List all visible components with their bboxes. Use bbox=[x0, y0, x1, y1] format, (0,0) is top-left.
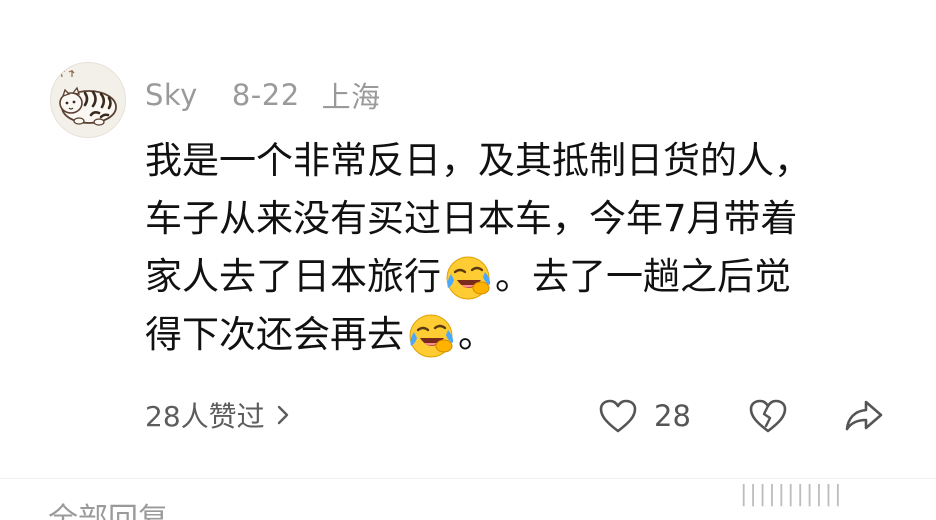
dislike-button[interactable] bbox=[748, 393, 788, 439]
comment-text: 我是一个非常反日，及其抵制日货的人， bbox=[145, 139, 811, 182]
comment-meta: Sky 8-22 上海 bbox=[145, 76, 381, 114]
comment-location: 上海 bbox=[321, 80, 381, 114]
watermark: ||||||||||| bbox=[740, 482, 844, 507]
comment-text: 。去了一趟之后觉 bbox=[495, 255, 791, 298]
comment-body: 我是一个非常反日，及其抵制日货的人， 车子从来没有买过日本车，今年7月带着 家人… bbox=[145, 132, 915, 364]
like-button[interactable]: 28 bbox=[598, 393, 691, 439]
comment-line: 得下次还会再去 。 bbox=[145, 306, 915, 364]
broken-heart-icon bbox=[748, 398, 788, 434]
laughing-crying-emoji-icon bbox=[406, 310, 456, 360]
likes-summary-text: 28人赞过 bbox=[145, 400, 265, 433]
like-count: 28 bbox=[654, 399, 691, 433]
all-replies-label: 全部回复 bbox=[48, 502, 168, 520]
comment-text: 家人去了日本旅行 bbox=[145, 255, 441, 298]
heart-icon bbox=[598, 398, 638, 434]
comment-text: 得下次还会再去 bbox=[145, 313, 404, 356]
comment-card: Sky 8-22 上海 我是一个非常反日，及其抵制日货的人， 车子从来没有买过日… bbox=[0, 0, 936, 520]
comment-text: 车子从来没有买过日本车，今年7月带着 bbox=[145, 197, 798, 240]
comment-line: 车子从来没有买过日本车，今年7月带着 bbox=[145, 190, 915, 248]
comment-line: 我是一个非常反日，及其抵制日货的人， bbox=[145, 132, 915, 190]
share-icon bbox=[844, 398, 884, 434]
tiger-cat-avatar-image bbox=[51, 63, 125, 137]
divider bbox=[0, 478, 936, 479]
user-avatar[interactable] bbox=[50, 62, 126, 138]
laughing-crying-emoji-icon bbox=[443, 252, 493, 302]
share-button[interactable] bbox=[844, 393, 884, 439]
username[interactable]: Sky bbox=[145, 78, 198, 112]
comment-line: 家人去了日本旅行 。去了一趟之后觉 bbox=[145, 248, 915, 306]
comment-date: 8-22 bbox=[231, 78, 300, 112]
chevron-right-icon bbox=[277, 405, 289, 425]
likes-summary-link[interactable]: 28人赞过 bbox=[145, 395, 289, 435]
comment-text: 。 bbox=[458, 313, 495, 356]
